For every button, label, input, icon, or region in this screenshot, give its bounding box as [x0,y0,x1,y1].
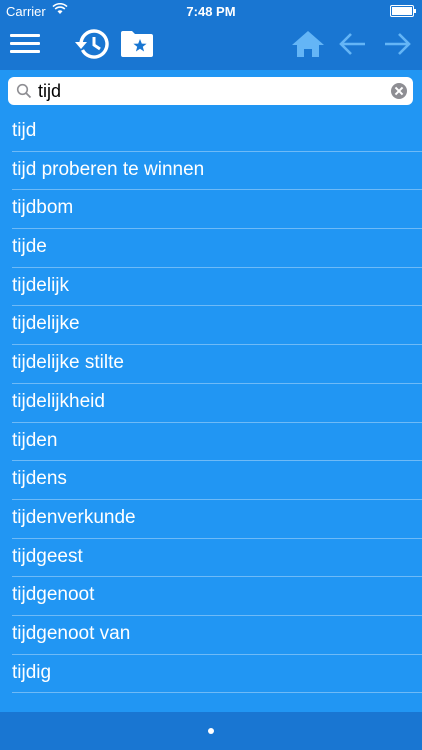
list-item[interactable]: tijdelijke [12,306,422,346]
status-time: 7:48 PM [186,4,236,19]
list-item[interactable]: tijd proberen te winnen [12,152,422,191]
list-item[interactable]: tijdig [12,655,422,694]
list-item[interactable]: tijdgeest [12,539,422,578]
list-item[interactable]: tijdbom [12,190,422,230]
list-item[interactable]: tijdelijk [12,268,422,307]
search-bar [8,77,413,105]
page-indicator-dot[interactable] [208,728,214,734]
list-item[interactable]: tijdenverkunde [12,500,422,539]
list-item[interactable]: tijd [12,113,422,152]
list-item[interactable]: tijden [12,423,422,462]
list-item[interactable]: tijde [12,229,422,268]
search-input[interactable] [38,79,378,103]
arrow-back-icon[interactable] [339,32,367,56]
results-list: tijd tijd proberen te winnen tijdbom tijde t… [0,113,422,694]
history-icon[interactable] [75,28,109,60]
top-toolbar: Carrier 7:48 PM [0,0,422,70]
bottom-bar [0,712,422,750]
list-item[interactable]: tijdelijkheid [12,384,422,423]
list-item[interactable]: tijdgenoot [12,577,422,616]
home-icon[interactable] [291,30,325,58]
menu-icon[interactable] [10,32,40,54]
arrow-forward-icon[interactable] [383,32,411,56]
list-item[interactable]: tijdelijke stilte [12,345,422,384]
list-item[interactable]: tijdgenoot van [12,616,422,655]
favorites-folder-icon[interactable] [120,30,154,58]
battery-icon [390,5,416,17]
list-item[interactable]: tijdens [12,461,422,500]
clear-search-icon[interactable] [391,83,407,99]
search-icon [16,83,32,99]
status-bar: Carrier 7:48 PM [0,0,422,22]
